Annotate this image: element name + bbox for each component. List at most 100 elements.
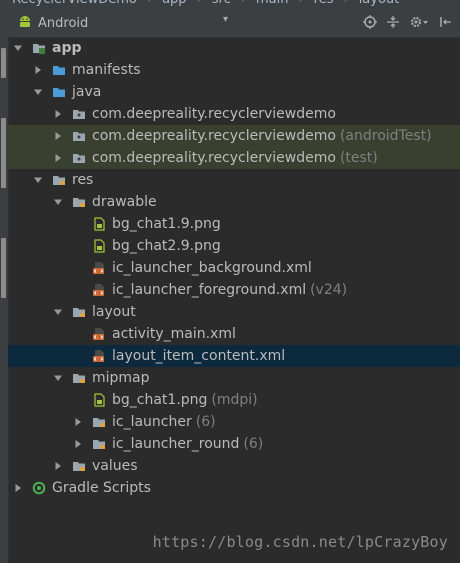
breadcrumb-item[interactable]: src [212,0,231,6]
tree-row-res-folder[interactable]: res [8,169,460,191]
expanded-arrow-icon[interactable] [12,42,24,54]
collapsed-arrow-icon[interactable] [72,416,84,428]
tree-row-label: ic_launcher_round [112,436,240,452]
project-tree: app manifests java com.deepreality.recycler… [8,37,460,499]
xml-file-icon [92,261,106,275]
breadcrumb-item[interactable]: res [314,0,334,6]
expanded-arrow-icon[interactable] [52,372,64,384]
expanded-arrow-icon[interactable] [32,86,44,98]
tree-row-label: layout [92,304,136,320]
collapsed-arrow-icon[interactable] [52,108,64,120]
tree-row-drawable-folder[interactable]: drawable [8,191,460,213]
tree-row-ic-launcher-foreground-file[interactable]: ic_launcher_foreground.xml (v24) [8,279,460,301]
tree-row-label: res [72,172,94,188]
resource-folder-icon [52,173,66,187]
tree-row-qualifier: (test) [339,150,378,166]
tree-row-label: mipmap [92,370,150,386]
tree-row-layout-folder[interactable]: layout [8,301,460,323]
tree-row-label: app [52,40,82,56]
tree-row-label: bg_chat2.9.png [112,238,221,254]
tree-row-java-folder[interactable]: java [8,81,460,103]
tree-row-gradle-scripts[interactable]: Gradle Scripts [8,477,460,499]
tree-row-qualifier: (androidTest) [339,128,432,144]
tree-row-label: com.deepreality.recyclerviewdemo [92,106,336,122]
resource-folder-icon [92,437,106,451]
folder-icon [52,63,66,77]
module-folder-icon [32,41,46,55]
sync-icon[interactable] [363,14,377,30]
resource-folder-icon [72,195,86,209]
breadcrumb-item[interactable]: RecyclerViewDemo [12,0,137,6]
tree-row-package-android-test[interactable]: com.deepreality.recyclerviewdemo (android… [8,125,460,147]
collapsed-arrow-icon[interactable] [52,130,64,142]
hide-icon[interactable] [438,14,452,30]
tree-row-package-test[interactable]: com.deepreality.recyclerviewdemo (test) [8,147,460,169]
expanded-arrow-icon[interactable] [32,174,44,186]
project-toolbar: Android ▾ [8,8,460,38]
breadcrumb-separator: › [343,0,348,6]
resource-folder-icon [72,459,86,473]
collapsed-arrow-icon[interactable] [52,152,64,164]
tree-row-label: Gradle Scripts [52,480,151,496]
tree-row-manifests-folder[interactable]: manifests [8,59,460,81]
tree-row-ic-launcher-folder[interactable]: ic_launcher (6) [8,411,460,433]
tree-row-ic-launcher-round-folder[interactable]: ic_launcher_round (6) [8,433,460,455]
breadcrumb-item[interactable]: app [162,0,186,6]
expanded-arrow-icon[interactable] [52,306,64,318]
tree-row-label: layout_item_content.xml [112,348,286,364]
tree-row-label: bg_chat1.9.png [112,216,221,232]
collapsed-arrow-icon[interactable] [12,482,24,494]
breadcrumb-item[interactable]: main [256,0,288,6]
tree-row-label: values [92,458,138,474]
collapsed-arrow-icon[interactable] [72,438,84,450]
breadcrumb-separator: › [197,0,202,6]
tree-row-activity-main-file[interactable]: activity_main.xml [8,323,460,345]
tree-row-mipmap-folder[interactable]: mipmap [8,367,460,389]
tree-row-qualifier: (v24) [310,282,348,298]
resource-folder-icon [72,371,86,385]
breadcrumb-separator: › [298,0,303,6]
tree-row-values-folder[interactable]: values [8,455,460,477]
tree-row-label: ic_launcher_foreground.xml [112,282,307,298]
tree-row-qualifier: (6) [243,436,264,452]
xml-file-icon [92,283,106,297]
tree-row-label: manifests [72,62,141,78]
collapsed-arrow-icon[interactable] [32,64,44,76]
image-file-icon [92,217,106,231]
tree-row-label: com.deepreality.recyclerviewdemo [92,128,336,144]
package-icon [72,129,86,143]
project-view-selector[interactable]: Android ▾ [18,13,228,33]
collapse-all-icon[interactable] [386,14,400,30]
package-icon [72,107,86,121]
tree-row-bg-chat1-file[interactable]: bg_chat1.png (mdpi) [8,389,460,411]
resource-folder-icon [72,305,86,319]
tree-row-app-module[interactable]: app [8,37,460,59]
tree-row-layout-item-content-file[interactable]: layout_item_content.xml [8,345,460,367]
tree-row-label: ic_launcher [112,414,192,430]
tree-row-qualifier: (6) [195,414,216,430]
tree-row-label: java [72,84,102,100]
tree-row-label: drawable [92,194,157,210]
settings-icon[interactable] [409,14,429,30]
image-file-icon [92,393,106,407]
android-icon [18,14,32,32]
xml-file-icon [92,349,106,363]
tree-row-ic-launcher-background-file[interactable]: ic_launcher_background.xml [8,257,460,279]
tree-row-bg-chat19-file[interactable]: bg_chat1.9.png [8,213,460,235]
gradle-icon [32,481,46,495]
resource-folder-icon [92,415,106,429]
collapsed-arrow-icon[interactable] [52,460,64,472]
expanded-arrow-icon[interactable] [52,196,64,208]
tree-row-label: ic_launcher_background.xml [112,260,312,276]
breadcrumb-separator: › [241,0,246,6]
tree-row-label: activity_main.xml [112,326,236,342]
tree-row-label: bg_chat1.png [112,392,208,408]
package-icon [72,151,86,165]
view-mode-label: Android [38,15,89,31]
tree-row-bg-chat29-file[interactable]: bg_chat2.9.png [8,235,460,257]
breadcrumb-item[interactable]: layout [359,0,400,6]
chevron-down-icon: ▾ [222,14,228,25]
tree-row-label: com.deepreality.recyclerviewdemo [92,150,336,166]
tree-row-package-main[interactable]: com.deepreality.recyclerviewdemo [8,103,460,125]
tree-row-qualifier: (mdpi) [211,392,258,408]
